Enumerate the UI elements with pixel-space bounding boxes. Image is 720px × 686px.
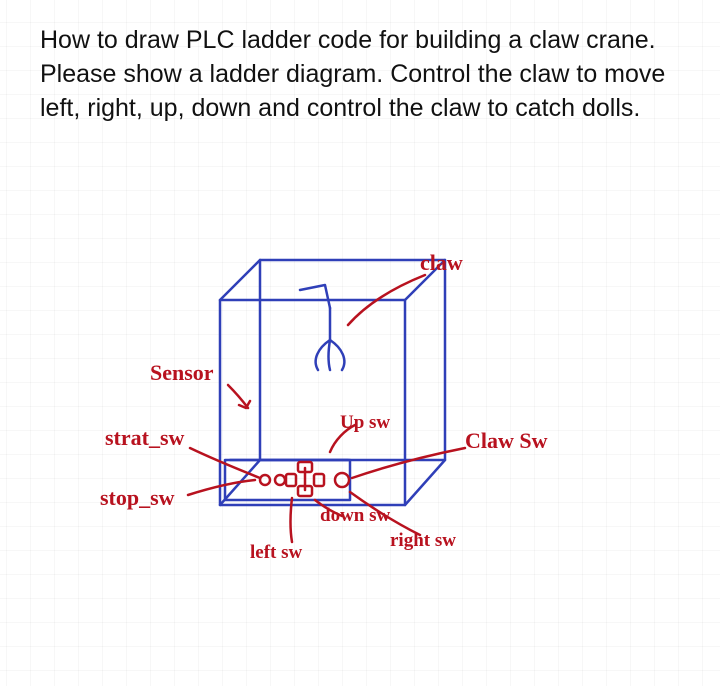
label-stop-sw: stop_sw — [100, 485, 175, 511]
crane-box — [220, 260, 445, 505]
label-right-sw: right sw — [390, 530, 456, 552]
label-claw: claw — [420, 250, 463, 276]
crane-sketch: claw Sensor strat_sw stop_sw Up sw down … — [120, 230, 600, 630]
label-sensor: Sensor — [150, 360, 214, 386]
annotation-strokes — [188, 275, 465, 542]
question-text: How to draw PLC ladder code for building… — [40, 24, 680, 125]
label-start-sw: strat_sw — [105, 425, 184, 451]
label-up-sw: Up sw — [340, 412, 390, 434]
label-claw-sw: Claw Sw — [465, 428, 548, 454]
label-down-sw: down sw — [320, 505, 390, 527]
label-left-sw: left sw — [250, 542, 302, 564]
